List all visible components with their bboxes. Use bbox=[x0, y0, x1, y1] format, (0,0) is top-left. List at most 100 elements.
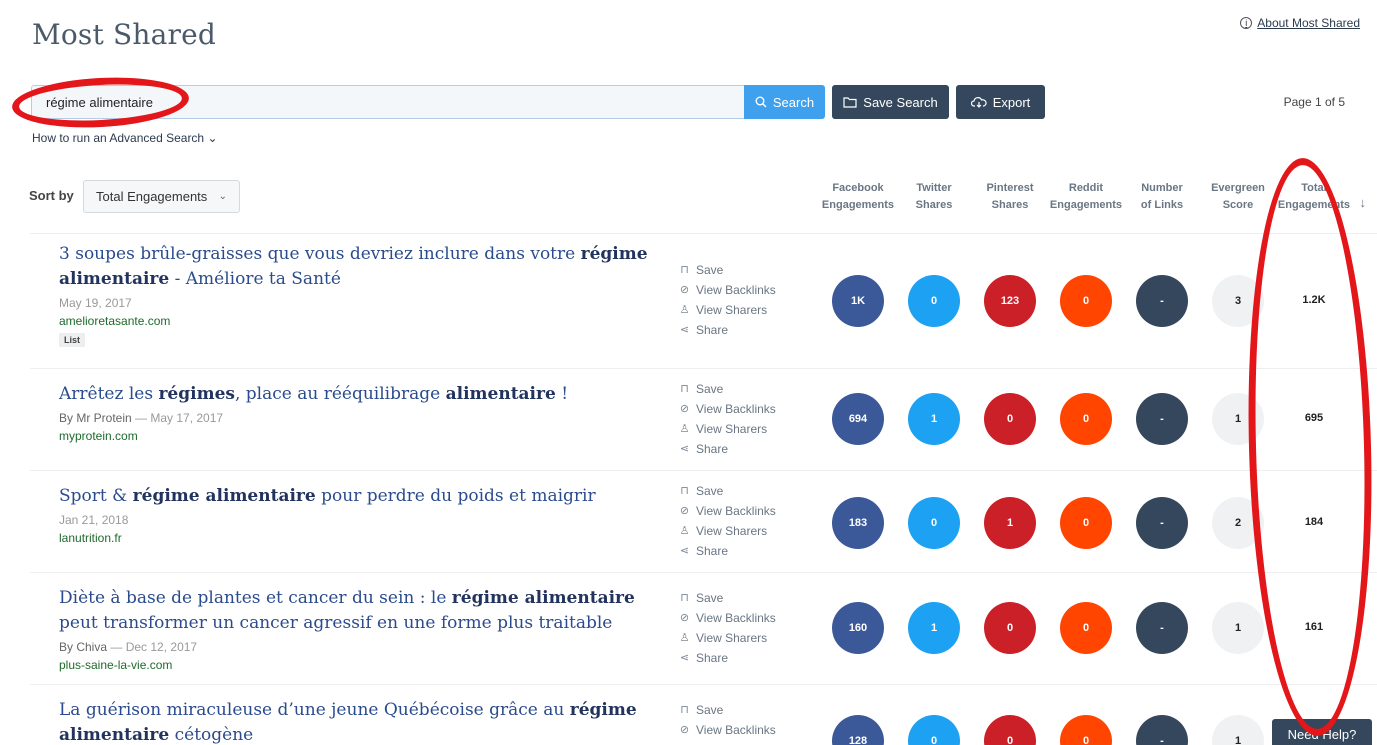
export-button[interactable]: Export bbox=[956, 85, 1045, 119]
column-header-line: Score bbox=[1222, 199, 1254, 211]
share-icon: ⋖ bbox=[679, 443, 690, 455]
action-save[interactable]: ⊓ Save bbox=[678, 260, 776, 280]
action-share[interactable]: ⋖ Share bbox=[678, 439, 776, 459]
action-label: View Sharers bbox=[696, 303, 768, 317]
action-share[interactable]: ⋖ Share bbox=[678, 648, 776, 668]
result-title-link[interactable]: Arrêtez les régimes, place au rééquilibr… bbox=[59, 382, 649, 407]
action-backlinks[interactable]: ⊘ View Backlinks bbox=[678, 720, 776, 740]
action-sharers[interactable]: ♙ View Sharers bbox=[678, 628, 776, 648]
column-header-line: Total bbox=[1301, 182, 1327, 194]
sort-select[interactable]: Total Engagements ⌄ bbox=[83, 180, 240, 213]
action-backlinks[interactable]: ⊘ View Backlinks bbox=[678, 501, 776, 521]
info-icon: i bbox=[1240, 17, 1253, 29]
column-header-line: of Links bbox=[1140, 199, 1184, 211]
result-title-link[interactable]: La guérison miraculeuse d’une jeune Québ… bbox=[59, 698, 649, 745]
user-icon: ♙ bbox=[679, 423, 690, 435]
action-share[interactable]: ⋖ Share bbox=[678, 541, 776, 561]
action-sharers[interactable]: ♙ View Sharers bbox=[678, 521, 776, 541]
pinterest-shares-value: 0 bbox=[984, 602, 1036, 654]
help-button[interactable]: Need Help? bbox=[1272, 719, 1372, 745]
sort-selected-value: Total Engagements bbox=[96, 189, 208, 204]
share-icon: ⋖ bbox=[679, 324, 690, 336]
result-title-link[interactable]: Diète à base de plantes et cancer du sei… bbox=[59, 586, 649, 636]
link-icon: ⊘ bbox=[679, 403, 690, 415]
link-icon: ⊘ bbox=[679, 724, 690, 736]
reddit-engagements-value: 0 bbox=[1060, 715, 1112, 745]
result-meta: Jan 21, 2018 bbox=[59, 513, 128, 527]
pinterest-shares-value: 0 bbox=[984, 715, 1036, 745]
result-domain-link[interactable]: amelioretasante.com bbox=[59, 314, 170, 328]
number-of-links-value: - bbox=[1136, 497, 1188, 549]
column-header-twitter-shares[interactable]: Twitter Shares bbox=[894, 180, 974, 214]
title-text: - Améliore ta Santé bbox=[169, 269, 341, 289]
title-text: 3 soupes brûle-graisses que vous devriez… bbox=[59, 244, 581, 264]
number-of-links-value: - bbox=[1136, 393, 1188, 445]
action-backlinks[interactable]: ⊘ View Backlinks bbox=[678, 608, 776, 628]
result-title-link[interactable]: Sport & régime alimentaire pour perdre d… bbox=[59, 484, 649, 509]
user-icon: ♙ bbox=[679, 304, 690, 316]
action-label: View Backlinks bbox=[696, 402, 776, 416]
column-header-facebook-engagements[interactable]: Facebook Engagements bbox=[818, 180, 898, 214]
result-title-link[interactable]: 3 soupes brûle-graisses que vous devriez… bbox=[59, 242, 649, 292]
number-of-links-value: - bbox=[1136, 715, 1188, 745]
action-label: View Sharers bbox=[696, 631, 768, 645]
advanced-search-label[interactable]: How to run an Advanced Search bbox=[32, 131, 204, 145]
action-sharers[interactable]: ♙ View Sharers bbox=[678, 300, 776, 320]
pinterest-shares-value: 0 bbox=[984, 393, 1036, 445]
facebook-engagements-value: 128 bbox=[832, 715, 884, 745]
column-header-line: Shares bbox=[991, 199, 1029, 211]
number-of-links-value: - bbox=[1136, 275, 1188, 327]
action-backlinks[interactable]: ⊘ View Backlinks bbox=[678, 280, 776, 300]
advanced-search-link[interactable]: How to run an Advanced Search ⌄ bbox=[32, 131, 218, 145]
total-engagements-value: 161 bbox=[1304, 621, 1324, 633]
action-sharers[interactable]: ♙ View Sharers bbox=[678, 419, 776, 439]
action-backlinks[interactable]: ⊘ View Backlinks bbox=[678, 399, 776, 419]
evergreen-score-value: 2 bbox=[1212, 497, 1264, 549]
title-text: régimes bbox=[158, 384, 235, 404]
title-text: peut transformer un cancer agressif en u… bbox=[59, 613, 613, 633]
result-actions: ⊓ Save ⊘ View Backlinks ♙ View Sharers ⋖ Share bbox=[678, 260, 776, 340]
column-header-evergreen-score[interactable]: Evergreen Score bbox=[1198, 180, 1278, 214]
evergreen-score-value: 1 bbox=[1212, 715, 1264, 745]
user-icon: ♙ bbox=[679, 525, 690, 537]
column-header-total-engagements[interactable]: Total Engagements ↓ bbox=[1274, 180, 1366, 214]
title-text: cétogène bbox=[169, 725, 254, 745]
about-link[interactable]: i About Most Shared bbox=[1240, 16, 1360, 30]
bookmark-icon: ⊓ bbox=[680, 704, 689, 716]
column-header-number-of-links[interactable]: Number of Links bbox=[1122, 180, 1202, 214]
action-save[interactable]: ⊓ Save bbox=[678, 700, 776, 720]
action-save[interactable]: ⊓ Save bbox=[678, 588, 776, 608]
evergreen-score-value: 1 bbox=[1212, 602, 1264, 654]
action-label: Share bbox=[696, 544, 729, 558]
action-share[interactable]: ⋖ Share bbox=[678, 320, 776, 340]
action-sharers[interactable]: ♙ View Sharers bbox=[678, 740, 776, 745]
title-text: alimentaire bbox=[445, 384, 556, 404]
column-header-line: Engagements bbox=[1049, 199, 1123, 211]
bookmark-icon: ⊓ bbox=[680, 485, 689, 497]
export-label: Export bbox=[992, 94, 1031, 110]
search-button[interactable]: Search bbox=[744, 85, 825, 119]
column-header-pinterest-shares[interactable]: Pinterest Shares bbox=[970, 180, 1050, 214]
sort-desc-arrow-icon: ↓ bbox=[1359, 195, 1367, 210]
twitter-shares-value: 0 bbox=[908, 275, 960, 327]
chevron-down-icon: ⌄ bbox=[218, 191, 227, 202]
search-input[interactable]: régime alimentaire bbox=[31, 85, 744, 119]
action-save[interactable]: ⊓ Save bbox=[678, 481, 776, 501]
bookmark-icon: ⊓ bbox=[680, 264, 689, 276]
number-of-links-value: - bbox=[1136, 602, 1188, 654]
column-header-line: Pinterest bbox=[986, 182, 1034, 194]
action-label: Share bbox=[696, 323, 729, 337]
result-domain-link[interactable]: plus-saine-la-vie.com bbox=[59, 658, 172, 672]
action-save[interactable]: ⊓ Save bbox=[678, 379, 776, 399]
column-header-reddit-engagements[interactable]: Reddit Engagements bbox=[1046, 180, 1126, 214]
result-domain-link[interactable]: myprotein.com bbox=[59, 429, 138, 443]
twitter-shares-value: 1 bbox=[908, 393, 960, 445]
about-link-label[interactable]: About Most Shared bbox=[1257, 16, 1360, 30]
action-label: Save bbox=[696, 591, 724, 605]
title-text: Arrêtez les bbox=[59, 384, 159, 404]
link-icon: ⊘ bbox=[679, 612, 690, 624]
share-icon: ⋖ bbox=[679, 545, 690, 557]
save-search-button[interactable]: Save Search bbox=[832, 85, 949, 119]
search-button-label: Search bbox=[772, 94, 815, 110]
result-domain-link[interactable]: lanutrition.fr bbox=[59, 531, 122, 545]
